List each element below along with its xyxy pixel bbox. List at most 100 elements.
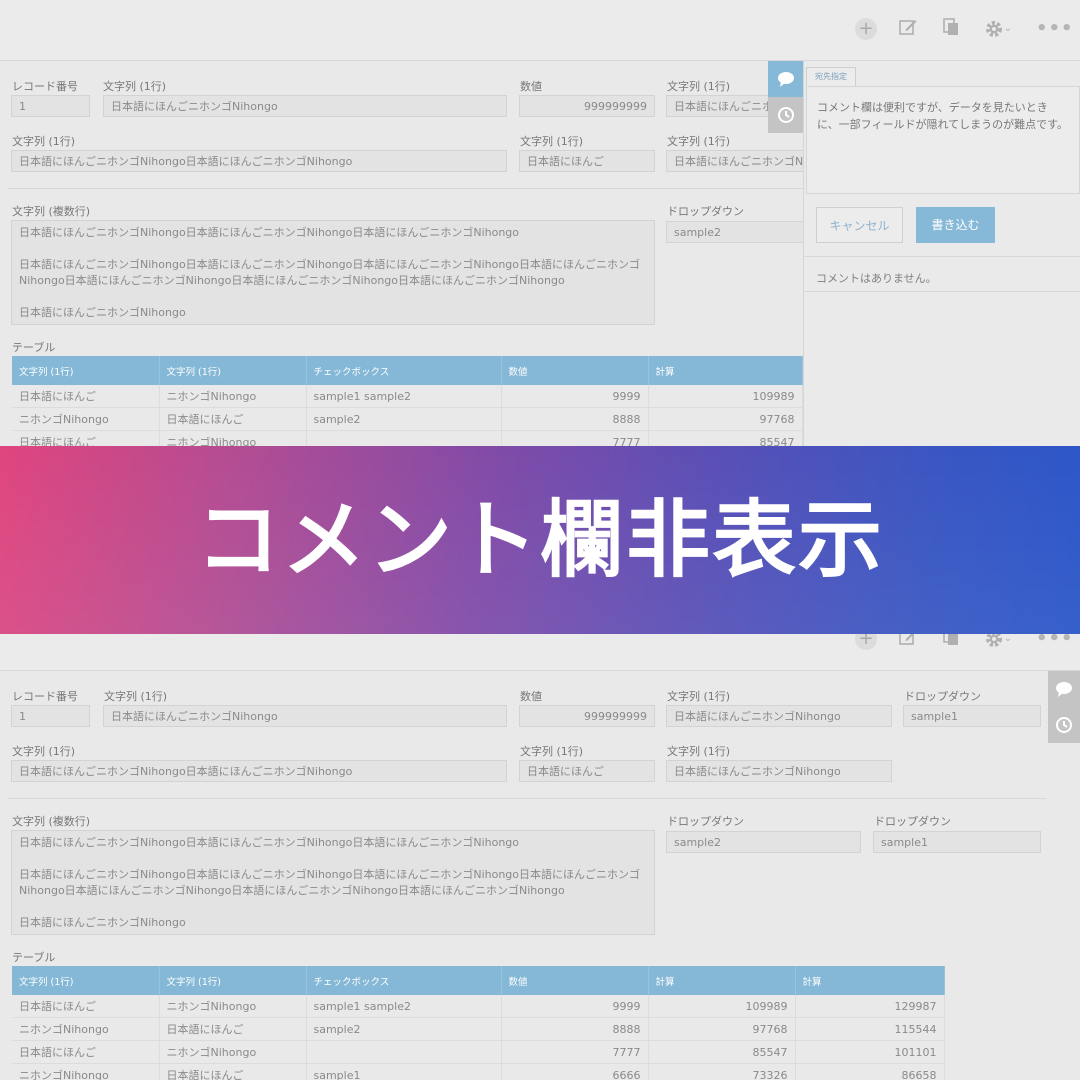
column-header: 計算 <box>795 966 945 995</box>
comment-icon <box>1056 682 1072 697</box>
multiline-text: 日本語にほんごニホンゴNihongo日本語にほんごニホンゴNihongo日本語に… <box>19 868 641 881</box>
string-field-label: 文字列 (1行) <box>667 80 731 93</box>
mention-tab[interactable]: 宛先指定 <box>806 67 856 86</box>
column-header: 計算 <box>648 966 796 995</box>
multiline-text: 日本語にほんごニホンゴNihongo日本語にほんごニホンゴNihongo日本語に… <box>19 258 641 271</box>
table-cell: 101101 <box>795 1040 945 1064</box>
table-cell: 9999 <box>501 995 649 1018</box>
comment-toggle-button[interactable] <box>1048 671 1080 707</box>
dropdown-field[interactable]: sample1 <box>903 705 1041 727</box>
column-header: 文字列 (1行) <box>159 356 307 385</box>
record-toolbar: + ⌄ ••• <box>0 630 1080 671</box>
history-icon <box>1056 717 1072 733</box>
column-header: チェックボックス <box>306 356 502 385</box>
table-cell: sample2 <box>306 407 502 431</box>
string-field[interactable]: 日本語にほんごニホンゴNihongo <box>103 705 507 727</box>
multiline-field[interactable]: 日本語にほんごニホンゴNihongo日本語にほんごニホンゴNihongo日本語に… <box>11 830 655 935</box>
banner-title: コメント欄非表示 <box>195 491 884 589</box>
table-cell: ニホンゴNihongo <box>12 407 160 431</box>
dropdown-field[interactable]: sample1 <box>873 831 1041 853</box>
table-cell <box>306 1040 502 1064</box>
multiline-text: Nihongo日本語にほんごニホンゴNihongo日本語にほんごニホンゴNiho… <box>19 884 565 897</box>
string-field[interactable]: 日本語にほんご <box>519 760 655 782</box>
cancel-button[interactable]: キャンセル <box>816 207 903 243</box>
table-row: 日本語にほんご ニホンゴNihongo sample1 sample2 9999… <box>12 995 945 1018</box>
table-cell: ニホンゴNihongo <box>159 1040 307 1064</box>
dropdown-label: ドロップダウン <box>904 690 981 703</box>
multiline-text: 日本語にほんごニホンゴNihongo日本語にほんごニホンゴNihongo日本語に… <box>19 226 520 239</box>
table-cell: sample1 sample2 <box>306 385 502 408</box>
string-field-label: 文字列 (1行) <box>104 690 168 703</box>
table-cell: 129987 <box>795 995 945 1018</box>
string-field[interactable]: 日本語にほんごニホンゴNihongo日本語にほんごニホンゴNihongo <box>11 150 507 172</box>
comment-textarea[interactable]: コメント欄は便利ですが、データを見たいときに、一部フィールドが隠れてしまうのが難… <box>806 86 1080 194</box>
edit-icon[interactable] <box>896 17 920 41</box>
more-icon[interactable]: ••• <box>1036 17 1073 41</box>
record-number-field: 1 <box>11 95 90 117</box>
comment-toggle-button[interactable] <box>768 61 803 97</box>
column-header: 文字列 (1行) <box>12 356 160 385</box>
string-field[interactable]: 日本語にほんごニホンゴNihongo <box>666 760 892 782</box>
comment-icon <box>777 72 794 87</box>
dropdown-field[interactable]: sample2 <box>666 831 861 853</box>
number-field[interactable]: 999999999 <box>519 705 655 727</box>
string-field-label: 文字列 (1行) <box>12 135 76 148</box>
subtable: 文字列 (1行) 文字列 (1行) チェックボックス 数値 計算 計算 日本語に… <box>12 966 945 1080</box>
top-screenshot: + ⌄ ••• レコード番号 1 文字列 (1行) 日本語にほんごニホンゴNih… <box>0 0 1080 450</box>
column-header: 文字列 (1行) <box>12 966 160 995</box>
multiline-field[interactable]: 日本語にほんごニホンゴNihongo日本語にほんごニホンゴNihongo日本語に… <box>11 220 655 325</box>
table-cell: 73326 <box>648 1063 796 1080</box>
table-cell: 7777 <box>501 1040 649 1064</box>
table-cell: 115544 <box>795 1017 945 1041</box>
dropdown-label: ドロップダウン <box>874 815 951 828</box>
table-cell: ニホンゴNihongo <box>159 385 307 408</box>
table-row: ニホンゴNihongo 日本語にほんご sample1 6666 73326 8… <box>12 1063 945 1080</box>
string-field-label: 文字列 (1行) <box>12 745 76 758</box>
number-field-label: 数値 <box>520 80 542 93</box>
history-button[interactable] <box>1048 707 1080 743</box>
table-cell: 97768 <box>648 407 803 431</box>
table-label: テーブル <box>12 951 56 964</box>
table-cell: 日本語にほんご <box>12 1040 160 1064</box>
post-comment-button[interactable]: 書き込む <box>916 207 995 243</box>
multiline-text: Nihongo日本語にほんごニホンゴNihongo日本語にほんごニホンゴNiho… <box>19 274 565 287</box>
record-number-field: 1 <box>11 705 90 727</box>
string-field-label: 文字列 (1行) <box>103 80 167 93</box>
multiline-field-label: 文字列 (複数行) <box>12 815 91 828</box>
table-row: ニホンゴNihongo 日本語にほんご sample2 8888 97768 <box>12 407 803 431</box>
table-cell: 109989 <box>648 385 803 408</box>
gear-icon[interactable]: ⌄ <box>981 17 1015 41</box>
table-cell: 日本語にほんご <box>159 407 307 431</box>
title-banner: コメント欄非表示 <box>0 446 1080 634</box>
string-field-label: 文字列 (1行) <box>667 745 731 758</box>
plus-icon[interactable]: + <box>855 18 877 40</box>
table-cell: 86658 <box>795 1063 945 1080</box>
table-cell: ニホンゴNihongo <box>12 1063 160 1080</box>
history-button[interactable] <box>768 97 803 133</box>
string-field[interactable]: 日本語にほんごニホンゴNihongo <box>666 705 892 727</box>
record-number-label: レコード番号 <box>12 80 78 93</box>
record-number-label: レコード番号 <box>12 690 78 703</box>
table-cell: 8888 <box>501 1017 649 1041</box>
string-field[interactable]: 日本語にほんごニホンゴNihongo日本語にほんごニホンゴNihongo <box>11 760 507 782</box>
bottom-screenshot: + ⌄ ••• レコード番号 1 文字列 (1行) 日本語にほんごニホンゴNih… <box>0 630 1080 1080</box>
table-cell: 97768 <box>648 1017 796 1041</box>
copy-icon[interactable] <box>939 17 963 41</box>
table-cell: 109989 <box>648 995 796 1018</box>
panel-divider <box>803 256 1080 257</box>
table-cell: 日本語にほんご <box>12 385 160 408</box>
dropdown-label: ドロップダウン <box>667 815 744 828</box>
multiline-blank <box>19 289 647 305</box>
table-cell: ニホンゴNihongo <box>12 1017 160 1041</box>
subtable: 文字列 (1行) 文字列 (1行) チェックボックス 数値 計算 日本語にほんご… <box>12 356 803 450</box>
table-cell: 9999 <box>501 385 649 408</box>
section-divider <box>8 798 1046 799</box>
column-header: 文字列 (1行) <box>159 966 307 995</box>
table-cell: 85547 <box>648 1040 796 1064</box>
multiline-blank <box>19 851 647 867</box>
table-label: テーブル <box>12 341 56 354</box>
table-cell: 6666 <box>501 1063 649 1080</box>
string-field[interactable]: 日本語にほんごニホンゴNihongo <box>103 95 507 117</box>
string-field[interactable]: 日本語にほんご <box>519 150 655 172</box>
number-field[interactable]: 999999999 <box>519 95 655 117</box>
